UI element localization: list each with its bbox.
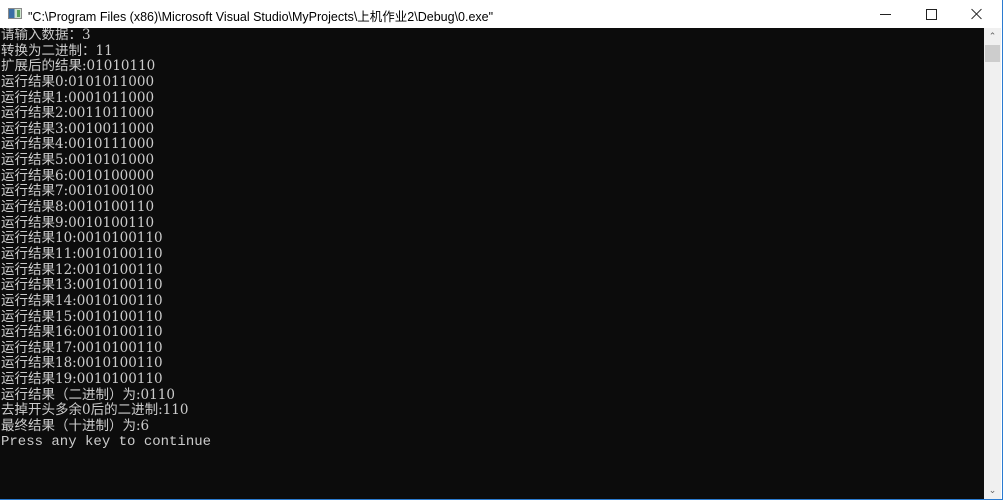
console-line: 运行结果19:0010100110: [1, 371, 163, 388]
maximize-button[interactable]: [908, 0, 954, 28]
console-line: 运行结果16:0010100110: [1, 324, 163, 341]
console-line: 最终结果（十进制）为:6: [1, 418, 150, 435]
scroll-down-button[interactable]: ⌄: [984, 482, 1001, 499]
window-title: "C:\Program Files (x86)\Microsoft Visual…: [28, 10, 494, 24]
maximize-icon: [925, 8, 937, 20]
console-line: 运行结果8:0010100110: [1, 199, 155, 216]
title-bar[interactable]: "C:\Program Files (x86)\Microsoft Visual…: [0, 0, 1002, 28]
console-line: 运行结果9:0010100110: [1, 214, 155, 231]
console-line: 运行结果17:0010100110: [1, 339, 163, 356]
console-line: 运行结果5:0010101000: [1, 152, 155, 169]
press-any-key-prompt: Press any key to continue: [1, 433, 212, 450]
console-line: 转换为二进制：11: [1, 42, 113, 59]
console-line: 扩展后的结果:01010110: [1, 58, 156, 75]
chevron-up-icon: ⌃: [988, 31, 997, 42]
console-line: 运行结果2:0011011000: [1, 105, 155, 122]
console-line: 运行结果15:0010100110: [1, 308, 163, 325]
console-line: 运行结果0:0101011000: [1, 73, 155, 90]
scrollbar-thumb[interactable]: [985, 45, 1000, 62]
console-window: "C:\Program Files (x86)\Microsoft Visual…: [0, 0, 1003, 500]
vertical-scrollbar[interactable]: ⌃ ⌄: [984, 28, 1001, 499]
console-line: 请输入数据：3: [1, 28, 91, 43]
console-line: 运行结果3:0010011000: [1, 120, 155, 137]
minimize-button[interactable]: [862, 0, 908, 28]
console-output[interactable]: 请输入数据：3 转换为二进制：11 扩展后的结果:01010110 运行结果0:…: [0, 28, 984, 499]
console-line: 运行结果13:0010100110: [1, 277, 163, 294]
console-line: 去掉开头多余0后的二进制:110: [1, 402, 189, 419]
console-line: 运行结果14:0010100110: [1, 292, 163, 309]
console-line: 运行结果1:0001011000: [1, 89, 155, 106]
console-line: 运行结果4:0010111000: [1, 136, 155, 153]
close-icon: [971, 8, 983, 20]
console-line: 运行结果10:0010100110: [1, 230, 163, 247]
chevron-down-icon: ⌄: [988, 485, 997, 496]
console-app-icon[interactable]: [8, 8, 22, 19]
console-line: 运行结果11:0010100110: [1, 245, 163, 262]
console-line: 运行结果18:0010100110: [1, 355, 163, 372]
console-line: 运行结果7:0010100100: [1, 183, 155, 200]
close-button[interactable]: [954, 0, 1000, 28]
minimize-icon: [879, 13, 891, 15]
scroll-up-button[interactable]: ⌃: [984, 28, 1001, 45]
console-line: 运行结果12:0010100110: [1, 261, 163, 278]
console-line: 运行结果6:0010100000: [1, 167, 155, 184]
